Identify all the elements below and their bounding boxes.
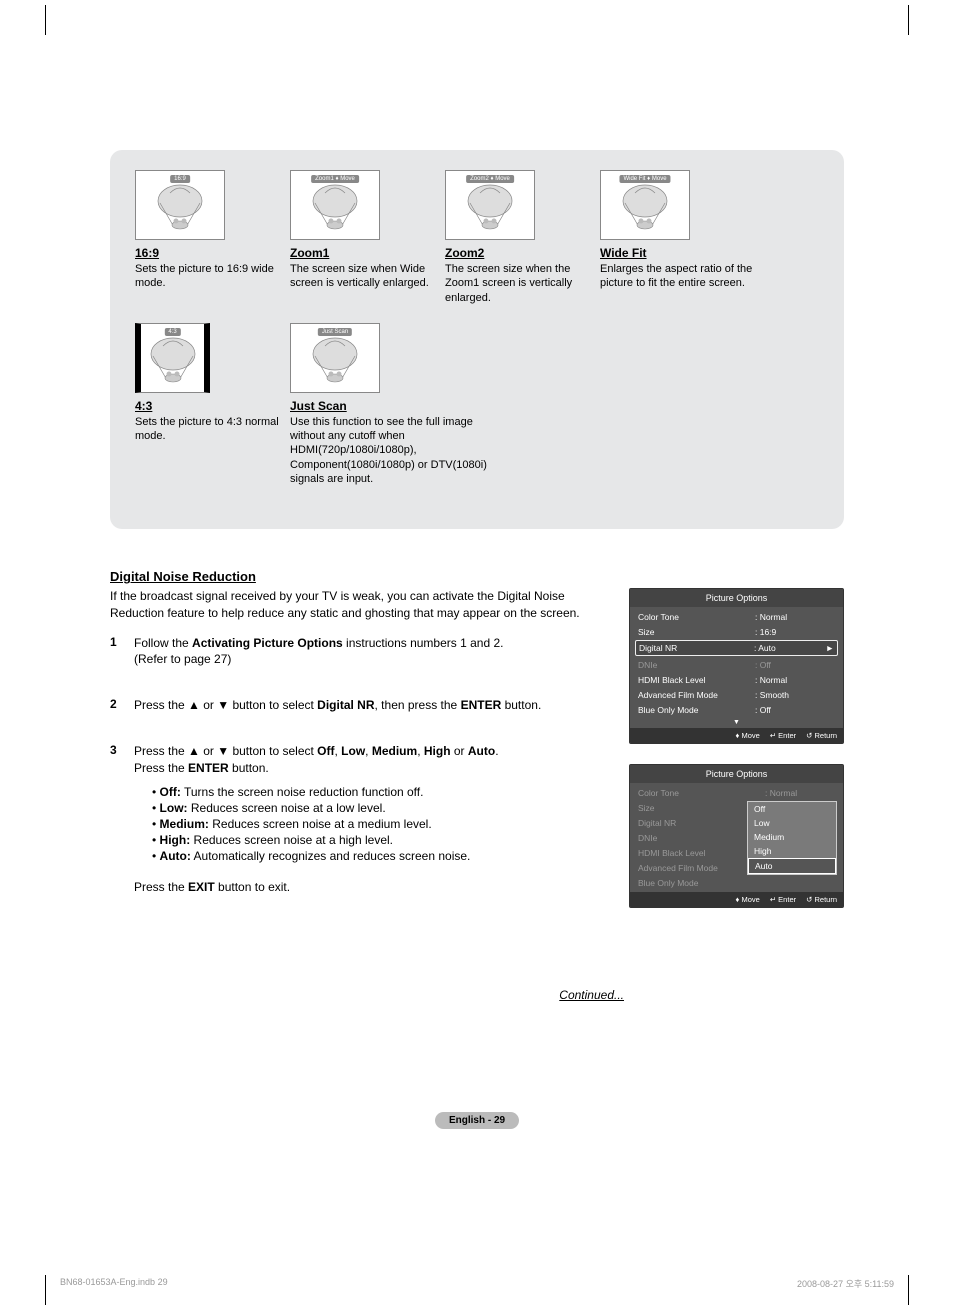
osd-enter-hint: ↵ Enter [770, 731, 796, 740]
mode-description: Enlarges the aspect ratio of the picture… [600, 262, 755, 291]
step-2: 2 Press the ▲ or ▼ button to select Digi… [110, 697, 614, 713]
mode-thumbnail: Wide Fit ♦ Move [600, 170, 690, 240]
print-timestamp: 2008-08-27 오후 5:11:59 [797, 1277, 894, 1290]
mode-thumbnail: Just Scan [290, 323, 380, 393]
osd-row-color-tone: Color Tone: Normal [635, 609, 838, 624]
osd-popup-option-auto: Auto [748, 858, 836, 874]
balloon-icon [460, 183, 520, 234]
osd-picture-options-1: Picture Options Color Tone: NormalSize: … [629, 588, 844, 744]
osd-row-advanced-film-mode: Advanced Film Mode: Smooth [635, 687, 838, 702]
step-1: 1 Follow the Activating Picture Options … [110, 635, 614, 667]
picture-mode-zoom1: Zoom1 ♦ Move Zoom1 The screen size when W… [290, 170, 445, 305]
arrow-right-icon: ► [824, 643, 834, 653]
osd-popup-option-low: Low [748, 816, 836, 830]
osd-popup-option-medium: Medium [748, 830, 836, 844]
mode-title: Wide Fit [600, 246, 755, 260]
arrow-right-icon [825, 612, 835, 622]
osd-row-dnie: DNIe: Off [635, 657, 838, 672]
mode-description: The screen size when Wide screen is vert… [290, 262, 445, 291]
osd-return-hint: ↺ Return [806, 895, 837, 904]
osd-enter-hint: ↵ Enter [770, 895, 796, 904]
osd-row-blue-only-mode: Blue Only Mode: Off [635, 702, 838, 717]
osd-dropdown-popup: OffLowMediumHighAuto [747, 801, 837, 875]
mode-description: The screen size when the Zoom1 screen is… [445, 262, 600, 305]
osd-popup-option-high: High [748, 844, 836, 858]
mode-thumbnail: Zoom1 ♦ Move [290, 170, 380, 240]
mode-description: Sets the picture to 4:3 normal mode. [135, 415, 290, 444]
mode-title: Just Scan [290, 399, 490, 413]
picture-mode-wide-fit: Wide Fit ♦ Move Wide Fit Enlarges the asp… [600, 170, 755, 305]
continued-indicator: Continued... [110, 988, 624, 1002]
balloon-icon [305, 336, 365, 387]
picture-mode-4-3: 4:3 4:3 Sets the picture to 4:3 normal mo… [135, 323, 290, 486]
osd-row-blue-only-mode: Blue Only Mode [635, 875, 838, 890]
mode-thumbnail: Zoom2 ♦ Move [445, 170, 535, 240]
print-job-footer: BN68-01653A-Eng.indb 29 2008-08-27 오후 5:… [60, 1277, 894, 1290]
picture-size-modes-box: 16:9 16:9 Sets the picture to 16:9 wide m… [110, 150, 844, 529]
arrow-right-icon [825, 675, 835, 685]
page-content: 16:9 16:9 Sets the picture to 16:9 wide m… [0, 0, 954, 1189]
section-intro: If the broadcast signal received by your… [110, 588, 614, 620]
mode-thumbnail: 16:9 [135, 170, 225, 240]
osd-row-color-tone: Color Tone: Normal [635, 785, 838, 800]
arrow-right-icon [825, 690, 835, 700]
osd-return-hint: ↺ Return [806, 731, 837, 740]
balloon-icon [305, 183, 365, 234]
page-number-pill: English - 29 [435, 1112, 519, 1129]
thumb-label: 4:3 [164, 328, 180, 336]
nr-options-list: • Off: Turns the screen noise reduction … [152, 784, 614, 865]
picture-mode-zoom2: Zoom2 ♦ Move Zoom2 The screen size when t… [445, 170, 600, 305]
balloon-icon [143, 336, 203, 387]
osd-popup-option-off: Off [748, 802, 836, 816]
print-filename: BN68-01653A-Eng.indb 29 [60, 1277, 168, 1290]
osd-row-size: Size: 16:9 [635, 624, 838, 639]
thumb-label: Zoom1 ♦ Move [311, 175, 359, 183]
mode-title: 16:9 [135, 246, 290, 260]
step-3: 3 Press the ▲ or ▼ button to select Off,… [110, 743, 614, 895]
instructions-column: If the broadcast signal received by your… [110, 588, 629, 928]
picture-mode-16-9: 16:9 16:9 Sets the picture to 16:9 wide m… [135, 170, 290, 305]
balloon-icon [150, 183, 210, 234]
mode-title: 4:3 [135, 399, 290, 413]
thumb-label: Just Scan [318, 328, 352, 336]
arrow-right-icon [825, 660, 835, 670]
osd-move-hint: ♦ Move [736, 731, 760, 740]
osd-picture-options-2: Picture Options Color Tone: NormalSize: … [629, 764, 844, 908]
section-title-digital-nr: Digital Noise Reduction [110, 569, 844, 584]
mode-title: Zoom1 [290, 246, 445, 260]
picture-mode-just-scan: Just Scan Just Scan Use this function to … [290, 323, 490, 486]
mode-description: Use this function to see the full image … [290, 415, 490, 486]
thumb-label: 16:9 [170, 175, 190, 183]
arrow-right-icon [825, 705, 835, 715]
thumb-label: Zoom2 ♦ Move [466, 175, 514, 183]
mode-title: Zoom2 [445, 246, 600, 260]
osd-row-hdmi-black-level: HDMI Black Level: Normal [635, 672, 838, 687]
osd-screenshots-column: Picture Options Color Tone: NormalSize: … [629, 588, 844, 928]
osd-move-hint: ♦ Move [736, 895, 760, 904]
arrow-right-icon [825, 627, 835, 637]
mode-description: Sets the picture to 16:9 wide mode. [135, 262, 290, 291]
osd-row-digital-nr: Digital NR: Auto► [635, 640, 838, 656]
thumb-label: Wide Fit ♦ Move [619, 175, 670, 183]
more-below-icon: ▼ [630, 719, 843, 728]
mode-thumbnail: 4:3 [135, 323, 210, 393]
balloon-icon [615, 183, 675, 234]
